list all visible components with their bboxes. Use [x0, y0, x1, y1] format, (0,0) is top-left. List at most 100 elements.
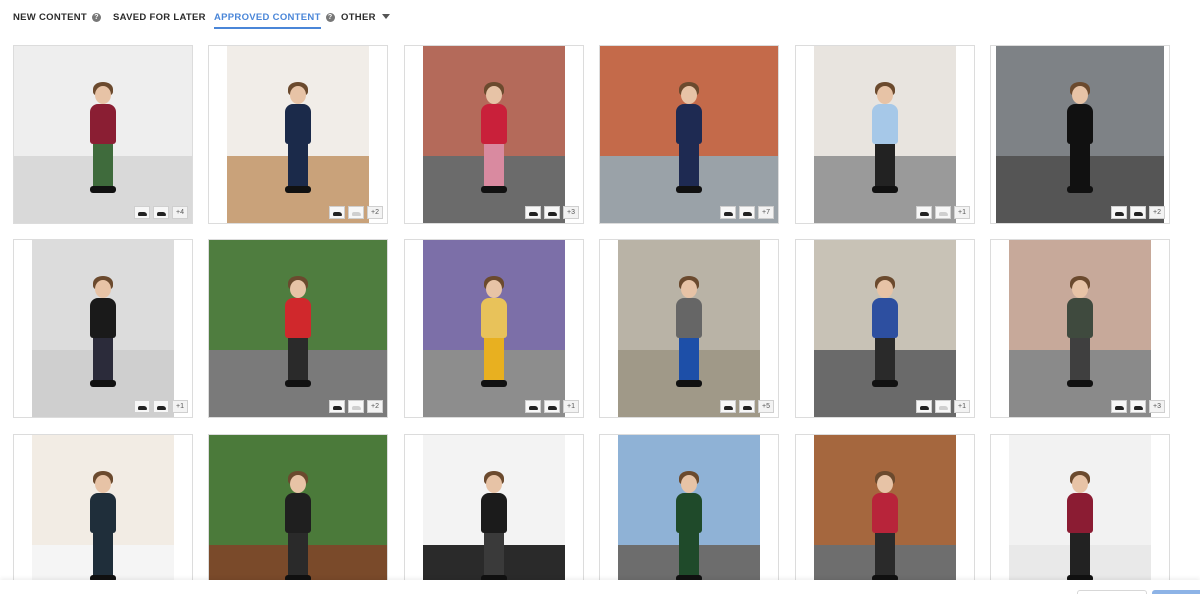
product-thumbnail[interactable]	[739, 400, 755, 413]
help-icon[interactable]: ?	[92, 13, 102, 22]
product-thumbnail[interactable]	[916, 206, 932, 219]
content-card[interactable]	[404, 434, 584, 594]
content-card[interactable]: +1	[13, 239, 193, 418]
product-thumbnail[interactable]	[544, 400, 560, 413]
tab-saved-for-later[interactable]: SAVED FOR LATER	[113, 12, 206, 23]
content-card[interactable]	[208, 434, 388, 594]
product-thumbnail[interactable]	[329, 206, 345, 219]
child-bottoms	[679, 144, 699, 186]
child-head	[1072, 280, 1088, 298]
product-thumbnail[interactable]	[134, 206, 150, 219]
tagged-products: +1	[916, 206, 970, 219]
child-bottoms	[93, 533, 113, 575]
child-top	[676, 104, 702, 144]
active-tab-underline	[214, 27, 321, 29]
more-products-count[interactable]: +1	[563, 400, 579, 413]
product-thumbnail[interactable]	[935, 206, 951, 219]
child-head	[1072, 86, 1088, 104]
child-head	[486, 86, 502, 104]
child-top	[285, 104, 311, 144]
tagged-products: +1	[916, 400, 970, 413]
product-thumbnail[interactable]	[134, 400, 150, 413]
product-thumbnail[interactable]	[348, 400, 364, 413]
tagged-products: +3	[525, 206, 579, 219]
content-card[interactable]: +1	[795, 239, 975, 418]
child-head	[486, 280, 502, 298]
child-head	[681, 86, 697, 104]
content-card[interactable]: +4	[13, 45, 193, 224]
product-thumbnail[interactable]	[916, 400, 932, 413]
content-card[interactable]: +1	[795, 45, 975, 224]
content-card[interactable]: +3	[990, 239, 1170, 418]
product-thumbnail[interactable]	[1130, 206, 1146, 219]
child-head	[95, 86, 111, 104]
content-card[interactable]: +2	[990, 45, 1170, 224]
content-photo	[1009, 435, 1151, 594]
content-card[interactable]	[795, 434, 975, 594]
content-card[interactable]: +5	[599, 239, 779, 418]
content-photo	[996, 46, 1164, 223]
content-card[interactable]: +2	[208, 239, 388, 418]
content-card[interactable]: +2	[208, 45, 388, 224]
more-products-count[interactable]: +1	[954, 400, 970, 413]
product-thumbnail[interactable]	[1111, 400, 1127, 413]
product-thumbnail[interactable]	[935, 400, 951, 413]
content-photo	[814, 240, 956, 417]
product-thumbnail[interactable]	[720, 400, 736, 413]
tab-new-content-label: NEW CONTENT	[13, 12, 88, 23]
help-icon[interactable]: ?	[325, 13, 335, 22]
more-products-count[interactable]: +1	[954, 206, 970, 219]
product-thumbnail[interactable]	[1130, 400, 1146, 413]
more-products-count[interactable]: +2	[367, 206, 383, 219]
footer-primary-button[interactable]	[1152, 590, 1200, 594]
more-products-count[interactable]: +1	[172, 400, 188, 413]
content-photo	[618, 240, 760, 417]
content-card[interactable]	[13, 434, 193, 594]
product-thumbnail[interactable]	[544, 206, 560, 219]
child-head	[681, 280, 697, 298]
child-bottoms	[875, 533, 895, 575]
product-thumbnail[interactable]	[153, 400, 169, 413]
product-thumbnail[interactable]	[348, 206, 364, 219]
more-products-count[interactable]: +5	[758, 400, 774, 413]
child-top	[481, 493, 507, 533]
content-card[interactable]	[599, 434, 779, 594]
child-top	[481, 298, 507, 338]
child-bottoms	[1070, 144, 1090, 186]
product-thumbnail[interactable]	[525, 206, 541, 219]
more-products-count[interactable]: +7	[758, 206, 774, 219]
content-card[interactable]: +7	[599, 45, 779, 224]
product-thumbnail[interactable]	[720, 206, 736, 219]
product-thumbnail[interactable]	[153, 206, 169, 219]
child-head	[681, 475, 697, 493]
child-top	[872, 104, 898, 144]
more-products-count[interactable]: +3	[1149, 400, 1165, 413]
product-thumbnail[interactable]	[1111, 206, 1127, 219]
child-shoes	[285, 380, 311, 387]
content-card[interactable]: +1	[404, 239, 584, 418]
child-top	[285, 298, 311, 338]
content-photo	[209, 435, 387, 594]
tab-approved-content-label: APPROVED CONTENT	[214, 12, 321, 23]
more-products-count[interactable]: +2	[367, 400, 383, 413]
content-photo	[423, 240, 565, 417]
more-products-count[interactable]: +2	[1149, 206, 1165, 219]
more-products-count[interactable]: +3	[563, 206, 579, 219]
product-thumbnail[interactable]	[739, 206, 755, 219]
footer-secondary-button[interactable]	[1077, 590, 1147, 594]
tab-other[interactable]: OTHER	[341, 12, 390, 23]
more-products-count[interactable]: +4	[172, 206, 188, 219]
tab-other-label: OTHER	[341, 12, 376, 23]
product-thumbnail[interactable]	[525, 400, 541, 413]
child-top	[872, 298, 898, 338]
tagged-products: +3	[1111, 400, 1165, 413]
product-thumbnail[interactable]	[329, 400, 345, 413]
content-card[interactable]	[990, 434, 1170, 594]
tab-approved-content[interactable]: APPROVED CONTENT?	[214, 12, 335, 29]
child-bottoms	[679, 338, 699, 380]
footer-bar	[0, 580, 1200, 594]
content-card[interactable]: +3	[404, 45, 584, 224]
tab-new-content[interactable]: NEW CONTENT?	[13, 12, 102, 23]
child-head	[1072, 475, 1088, 493]
tagged-products: +1	[525, 400, 579, 413]
